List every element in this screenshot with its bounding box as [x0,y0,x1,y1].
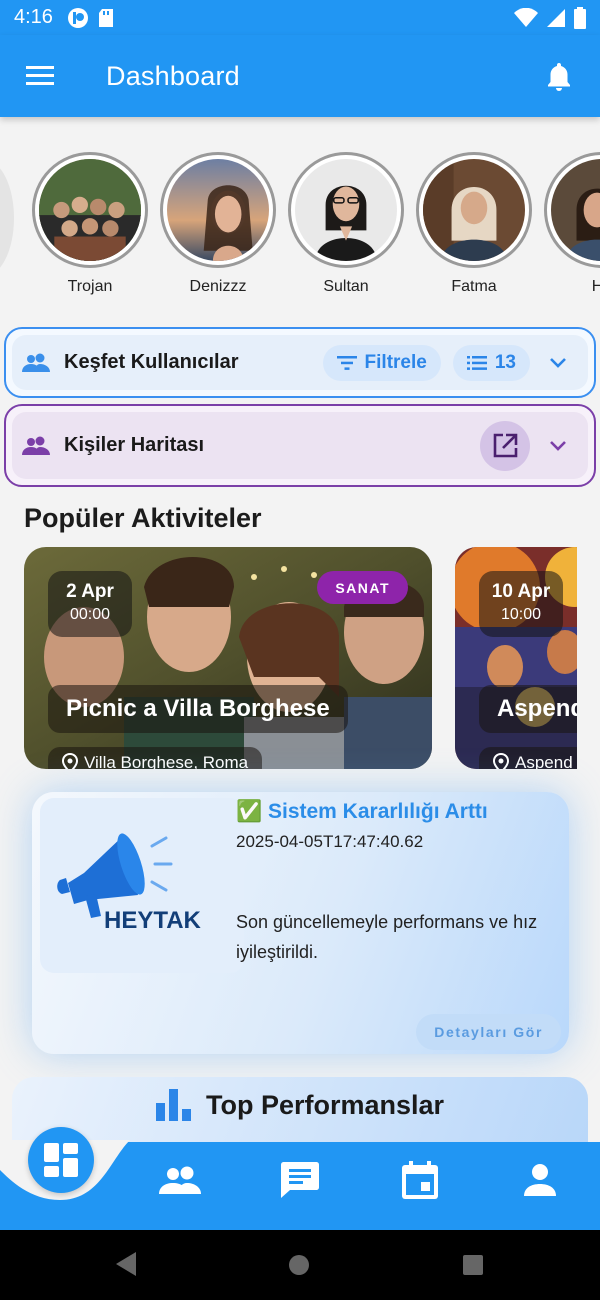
story-avatar [416,152,532,268]
location-pin-icon [493,753,509,769]
activity-day: 2 Apr [66,581,114,602]
chat-icon [281,1162,319,1198]
story-name: Ha [591,278,600,295]
expand-map-button[interactable] [538,440,578,452]
brand-logo: HEYTAK [40,798,244,973]
announcement-card[interactable]: HEYTAK ✅ Sistem Kararlılığı Arttı 2025-0… [32,792,569,1054]
story-partial [0,160,14,276]
filter-label: Filtrele [364,351,427,373]
activity-location: Villa Borghese, Roma [48,747,263,769]
story-name: Fatma [451,278,497,295]
bar-chart-icon [155,1089,191,1121]
nav-calendar-button[interactable] [395,1157,445,1203]
bell-icon [548,63,570,91]
popular-section-title: Popüler Aktiviteler [24,503,262,533]
menu-button[interactable] [0,35,82,117]
nav-dashboard-button[interactable] [28,1127,94,1193]
status-time: 4:16 [14,6,53,28]
people-icon [22,436,50,455]
story-item[interactable]: Trojan [32,152,148,296]
nav-messages-button[interactable] [275,1157,325,1203]
open-in-new-icon [493,433,518,457]
story-avatar [160,152,276,268]
announcement-timestamp: 2025-04-05T17:47:40.62 [236,832,424,851]
list-icon [466,355,487,370]
announcement-title: ✅ Sistem Kararlılığı Arttı [236,800,488,823]
activity-title: Aspend [479,685,577,733]
expand-discover-button[interactable] [538,357,578,369]
announcement-body: Son güncellemeyle performans ve hız iyil… [236,912,538,962]
location-pin-icon [62,753,78,769]
nav-people-button[interactable] [155,1157,205,1203]
brand-name: HEYTAK [104,907,202,934]
wifi-icon [514,7,538,27]
activity-location-text: Aspend [515,753,573,769]
activity-category-badge: SANAT [317,571,408,604]
page-title: Dashboard [106,60,240,91]
activity-location-text: Villa Borghese, Roma [84,753,249,769]
open-map-button[interactable] [480,420,530,471]
people-icon [159,1166,201,1194]
chevron-down-icon [550,357,566,368]
story-item[interactable]: Denizzz [160,152,276,296]
story-name: Sultan [323,278,369,295]
portrait-photo-icon [167,159,269,261]
activity-title: Picnic a Villa Borghese [48,685,348,733]
filter-icon [336,355,357,370]
sd-card-icon [98,8,113,27]
status-system-icons [514,6,586,29]
app-notification-icon [67,7,88,28]
story-name: Trojan [67,278,113,295]
nav-profile-button[interactable] [515,1157,565,1203]
activity-day: 10 Apr [491,581,551,602]
group-photo-icon [39,159,141,261]
story-item[interactable]: Sultan [288,152,404,296]
signal-icon [547,8,565,27]
megaphone-icon: HEYTAK [57,833,202,934]
activity-date-badge: 2 Apr 00:00 [48,571,132,637]
recents-icon[interactable] [462,1254,484,1276]
system-nav-bar [0,1230,600,1300]
menu-icon [26,66,54,85]
people-icon [22,353,50,372]
filter-button[interactable]: Filtrele [322,344,441,381]
activity-time: 00:00 [69,606,111,623]
story-avatar [32,152,148,268]
app-bar: Dashboard [0,35,600,117]
activity-location: Aspend [479,747,577,769]
story-item[interactable]: Fatma [416,152,532,296]
user-count: 13 [494,351,516,373]
home-icon[interactable] [288,1254,310,1276]
popular-activities-carousel[interactable]: 2 Apr 00:00 SANAT Picnic a Villa Borghes… [24,547,577,769]
back-icon[interactable] [114,1250,138,1278]
people-map-label: Kişiler Haritası [64,434,205,456]
people-map-tile[interactable]: Kişiler Haritası [4,404,596,487]
story-avatar [544,152,600,268]
status-app-icons [67,7,115,29]
activity-date-badge: 10 Apr 10:00 [479,571,563,637]
portrait-photo-icon [295,159,397,261]
battery-icon [574,6,586,29]
status-bar: 4:16 [0,0,600,35]
top-performers-title: Top Performanslar [205,1089,445,1120]
calendar-icon [402,1161,438,1199]
notifications-button[interactable] [518,35,600,117]
chevron-down-icon [550,440,566,451]
activity-time: 10:00 [500,606,542,623]
story-item[interactable]: Ha [544,152,600,296]
stories-row: Trojan Denizzz Sultan Fatma H [0,150,600,305]
details-button[interactable]: Detayları Gör [416,1014,561,1050]
user-count-badge[interactable]: 13 [452,344,530,381]
discover-users-tile[interactable]: Keşfet Kullanıcılar Filtrele 13 [4,327,596,398]
portrait-photo-icon [551,159,600,261]
dashboard-icon [44,1143,78,1177]
discover-users-label: Keşfet Kullanıcılar [64,351,239,373]
story-avatar [288,152,404,268]
story-name: Denizzz [189,278,247,295]
activity-card[interactable]: 2 Apr 00:00 SANAT Picnic a Villa Borghes… [24,547,432,769]
portrait-photo-icon [423,159,525,261]
activity-card[interactable]: 10 Apr 10:00 Aspend Aspend [455,547,577,769]
person-icon [524,1164,556,1196]
